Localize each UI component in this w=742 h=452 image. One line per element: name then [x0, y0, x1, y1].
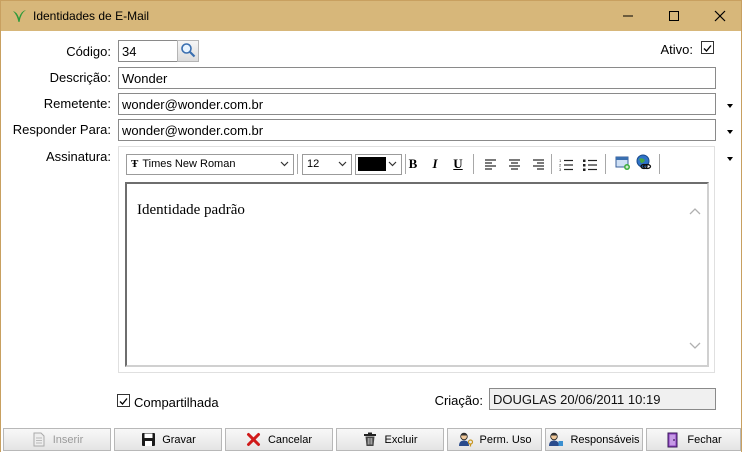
assinatura-label: Assinatura:: [45, 149, 111, 164]
font-color-select[interactable]: [355, 154, 402, 175]
trash-icon: [362, 432, 378, 448]
new-document-icon: [31, 432, 47, 448]
responder-para-input[interactable]: wonder@wonder.com.br: [118, 119, 716, 141]
codigo-label: Código:: [66, 44, 111, 59]
underline-button[interactable]: U: [449, 155, 467, 173]
identidades-email-window: Identidades de E-Mail Código: 34 Ativo: …: [0, 0, 742, 452]
gravar-button[interactable]: Gravar: [114, 428, 222, 451]
users-icon: [548, 432, 564, 448]
font-name-select[interactable]: Ŧ Times New Roman: [126, 154, 294, 175]
search-codigo-button[interactable]: [177, 40, 199, 62]
criacao-label: Criação:: [434, 393, 483, 408]
inserir-label: Inserir: [52, 433, 84, 446]
insert-image-icon: [615, 155, 630, 174]
save-disk-icon: [140, 432, 156, 448]
color-swatch: [358, 157, 386, 171]
align-center-button[interactable]: [505, 155, 523, 173]
toolbar-separator: [297, 154, 298, 174]
toolbar-separator: [473, 154, 474, 174]
excluir-label: Excluir: [384, 433, 418, 446]
perm-uso-button[interactable]: Perm. Uso: [447, 428, 542, 451]
responder-para-dropdown-icon[interactable]: [725, 125, 735, 135]
scroll-up-icon[interactable]: [689, 204, 701, 215]
toolbar-separator: [659, 154, 660, 174]
align-left-button[interactable]: [481, 155, 499, 173]
compartilhada-label: Compartilhada: [134, 395, 219, 410]
window-title: Identidades de E-Mail: [33, 9, 150, 23]
action-bar: Inserir Gravar Cancelar Excluir Perm. Us…: [1, 426, 741, 452]
chevron-down-icon: [280, 159, 289, 171]
signature-text-area[interactable]: Identidade padrão: [125, 182, 709, 367]
numbered-list-button[interactable]: 123: [557, 155, 575, 173]
codigo-input[interactable]: 34: [118, 40, 178, 62]
descricao-label: Descrição:: [49, 70, 111, 85]
font-size-select[interactable]: 12: [302, 154, 352, 175]
maximize-button[interactable]: [651, 1, 697, 31]
user-key-icon: [458, 432, 474, 448]
cancel-x-icon: [246, 432, 262, 448]
exit-door-icon: [665, 432, 681, 448]
title-bar[interactable]: Identidades de E-Mail: [1, 1, 741, 31]
font-size-value: 12: [307, 158, 320, 170]
minimize-button[interactable]: [605, 1, 651, 31]
signature-editor: Ŧ Times New Roman 12 B I U 1 2 3 Identid…: [118, 146, 715, 373]
ativo-label: Ativo:: [660, 42, 693, 57]
remetente-dropdown-icon[interactable]: [725, 99, 735, 109]
responsaveis-button[interactable]: Responsáveis: [545, 428, 643, 451]
ativo-checkbox[interactable]: [701, 41, 714, 54]
responder-para-label: Responder Para:: [12, 122, 111, 137]
compartilhada-checkbox[interactable]: [117, 394, 130, 407]
descricao-input[interactable]: Wonder: [118, 67, 716, 89]
search-icon: [180, 42, 196, 61]
italic-button[interactable]: I: [426, 155, 444, 173]
fechar-label: Fechar: [687, 433, 722, 446]
globe-link-icon: [636, 154, 652, 174]
assinatura-dropdown-icon[interactable]: [725, 152, 735, 162]
fechar-button[interactable]: Fechar: [646, 428, 741, 451]
chevron-down-icon: [338, 159, 347, 171]
chevron-down-icon: [388, 159, 397, 171]
toolbar-separator: [605, 154, 606, 174]
cancelar-button[interactable]: Cancelar: [225, 428, 333, 451]
align-right-button[interactable]: [529, 155, 547, 173]
perm-uso-label: Perm. Uso: [479, 433, 532, 446]
responsaveis-label: Responsáveis: [570, 433, 640, 446]
toolbar-separator: [551, 154, 552, 174]
bullet-list-button[interactable]: [581, 155, 599, 173]
editor-toolbar: Ŧ Times New Roman 12 B I U 1 2 3: [119, 147, 714, 180]
signature-content: Identidade padrão: [137, 202, 245, 218]
criacao-field: DOUGLAS 20/06/2011 10:19: [489, 388, 716, 410]
insert-link-button[interactable]: [635, 154, 653, 174]
app-logo-icon: [11, 8, 27, 24]
svg-text:3: 3: [559, 167, 562, 171]
font-name-value: Times New Roman: [142, 158, 236, 170]
remetente-label: Remetente:: [43, 96, 111, 111]
truetype-font-icon: Ŧ: [131, 158, 139, 170]
close-button[interactable]: [697, 1, 742, 31]
scroll-down-icon[interactable]: [689, 339, 701, 349]
remetente-input[interactable]: wonder@wonder.com.br: [118, 93, 716, 115]
insert-image-button[interactable]: [613, 155, 631, 173]
bold-button[interactable]: B: [404, 155, 422, 173]
inserir-button[interactable]: Inserir: [3, 428, 111, 451]
gravar-label: Gravar: [162, 433, 196, 446]
cancelar-label: Cancelar: [267, 433, 313, 446]
excluir-button[interactable]: Excluir: [336, 428, 444, 451]
